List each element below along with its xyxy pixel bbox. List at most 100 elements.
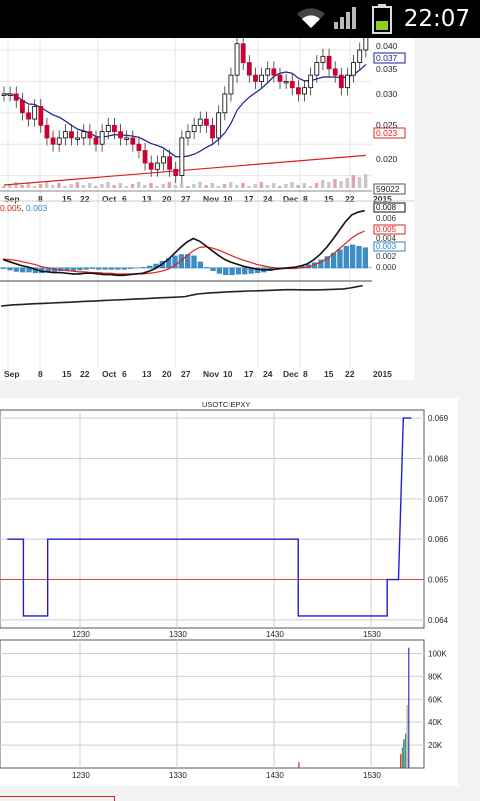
- candle-body: [253, 74, 258, 82]
- histogram-bar: [223, 267, 229, 276]
- volume-bar: [363, 174, 368, 188]
- volume-bar: [186, 186, 190, 188]
- date-tick: 13: [142, 194, 152, 204]
- histogram-bar: [349, 244, 356, 269]
- histogram-bar: [134, 267, 140, 269]
- candle-body: [142, 150, 148, 164]
- date-tick: 8: [303, 194, 308, 204]
- histogram-bar: [20, 267, 26, 273]
- volume-bar: [51, 185, 55, 188]
- candle-body: [332, 68, 338, 76]
- volume-bar: [94, 186, 98, 188]
- macd-value-labels: 0.008 0.006 0.005 0.004 0.003 0.002 0.00…: [373, 202, 406, 272]
- volume-bar: [247, 186, 251, 188]
- date-tick: 27: [181, 194, 191, 204]
- volume-bar: [2, 186, 6, 188]
- volume-grid: [0, 640, 424, 768]
- volume-bar: [406, 705, 408, 768]
- volume-bar: [345, 178, 349, 188]
- intraday-chart-panel[interactable]: USOTC:EPXY 0.069 0.068 0.067 0.066 0.065 0.06…: [0, 398, 458, 786]
- date-tick: 6: [122, 194, 127, 204]
- candlesticks: [1, 23, 369, 184]
- date-tick: 22: [345, 369, 355, 379]
- svg-text:0.003: 0.003: [376, 242, 397, 251]
- volume-tick: 40K: [428, 718, 443, 727]
- volume-bar: [26, 183, 31, 188]
- histogram-bar: [108, 267, 115, 270]
- volume-bar: [265, 185, 270, 188]
- candle-body: [7, 93, 13, 96]
- bottom-tab-edge[interactable]: [0, 796, 115, 801]
- volume-bar: [222, 184, 227, 188]
- candle-body: [197, 118, 203, 126]
- candle-body: [99, 131, 105, 145]
- volume-bar: [339, 181, 343, 188]
- candle-body: [167, 156, 173, 170]
- price-tick: 0.064: [428, 616, 449, 625]
- candle-body: [118, 131, 123, 139]
- volume-bar: [235, 185, 239, 188]
- date-tick: 8: [38, 369, 43, 379]
- candle-body: [130, 137, 136, 145]
- date-tick: Dec: [283, 194, 299, 204]
- volume-bar: [143, 185, 147, 188]
- histogram-bar: [229, 267, 235, 276]
- price-tick: 0.067: [428, 495, 449, 504]
- volume-label: 59022: [376, 184, 400, 194]
- volume-bar: [401, 747, 403, 768]
- volume-axis: 100K 80K 60K 40K 20K: [428, 649, 447, 750]
- candle-body: [338, 74, 344, 89]
- volume-bar: [106, 182, 110, 188]
- price-tick: 0.040: [376, 41, 398, 51]
- volume-bar: [149, 183, 153, 188]
- candle-body: [44, 124, 50, 139]
- status-bar: 22:07: [0, 0, 480, 38]
- price-tick: 0.068: [428, 454, 449, 463]
- volume-bar: [161, 184, 165, 188]
- svg-text:0.002: 0.002: [376, 252, 397, 261]
- volume-bar: [63, 186, 67, 188]
- date-tick: 10: [223, 369, 233, 379]
- ma-long-line: [3, 154, 366, 186]
- price-tick: 0.035: [376, 64, 398, 74]
- candle-body: [295, 87, 301, 95]
- candle-body: [69, 131, 74, 139]
- svg-text:0.005: 0.005: [376, 225, 397, 234]
- volume-bar: [20, 185, 24, 188]
- daily-chart-panel[interactable]: 0.040 0.035 0.030 0.025 0.020 0.037 0.02…: [0, 23, 414, 380]
- date-tick: 15: [324, 194, 334, 204]
- candle-body: [265, 68, 271, 76]
- volume-bar: [351, 175, 356, 188]
- candle-body: [148, 162, 154, 170]
- histogram-bar: [235, 267, 242, 275]
- date-tick: 20: [162, 369, 172, 379]
- date-tick: 22: [80, 369, 90, 379]
- candle-body: [56, 137, 62, 145]
- candle-body: [1, 93, 7, 96]
- candle-body: [210, 124, 215, 139]
- time-tick: 1530: [363, 771, 381, 780]
- histogram-bar: [89, 267, 96, 269]
- candle-body: [308, 74, 314, 89]
- volume-bar: [210, 183, 215, 188]
- intraday-time-axis: 1230 1330 1430 1530: [72, 630, 381, 639]
- candle-body: [363, 30, 369, 51]
- candle-body: [320, 55, 326, 63]
- date-tick: Sep: [4, 369, 20, 379]
- volume-bar: [87, 183, 92, 188]
- candle-body: [38, 106, 44, 126]
- date-tick: 8: [303, 369, 308, 379]
- volume-bar: [69, 184, 73, 188]
- volume-bar: [57, 183, 61, 188]
- volume-bar: [32, 186, 37, 188]
- volume-tick: 80K: [428, 672, 443, 681]
- date-tick: 22: [345, 194, 355, 204]
- histogram-bar: [210, 267, 216, 272]
- volume-bar: [408, 647, 410, 768]
- histogram-bar: [204, 267, 210, 269]
- time-tick: 1330: [169, 630, 187, 639]
- intraday-price-axis: 0.069 0.068 0.067 0.066 0.065 0.064: [428, 414, 449, 625]
- candle-body: [75, 137, 80, 140]
- wifi-icon: [297, 8, 325, 28]
- volume-bar: [357, 177, 362, 188]
